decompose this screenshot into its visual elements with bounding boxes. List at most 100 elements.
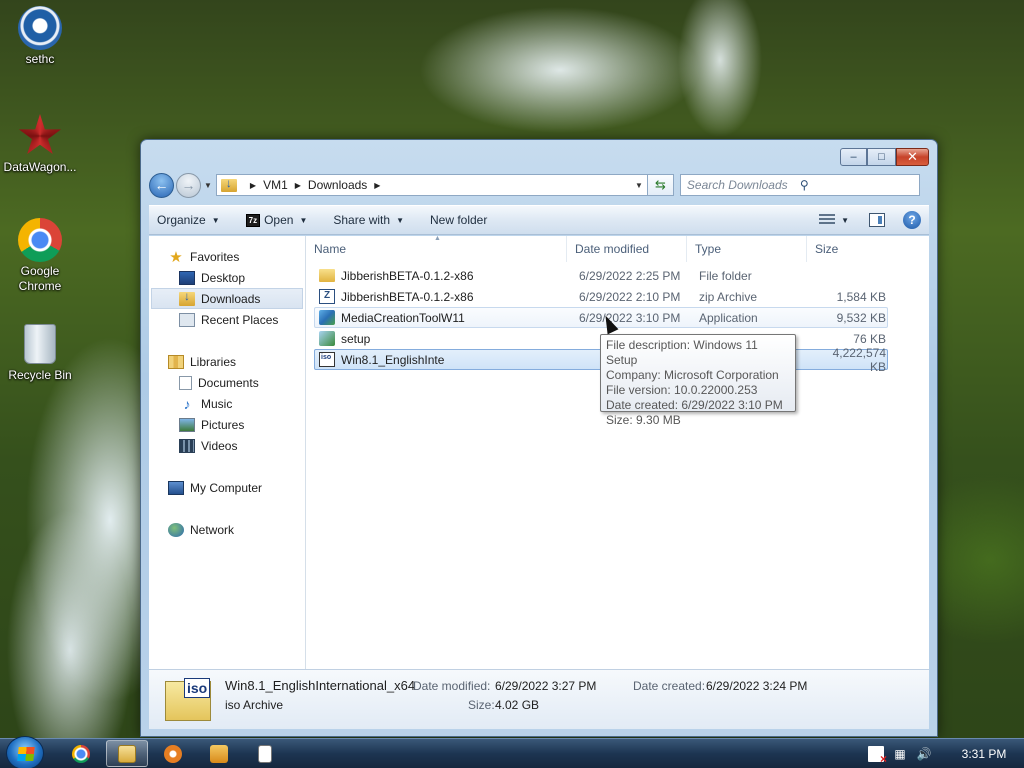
nav-label: Network bbox=[190, 522, 235, 537]
share-with-menu[interactable]: Share with ▼ bbox=[333, 213, 404, 227]
chevron-right-icon[interactable]: ▶ bbox=[295, 181, 301, 190]
nav-label: Pictures bbox=[201, 417, 245, 432]
folder-icon bbox=[319, 269, 335, 282]
desktop-icon bbox=[179, 270, 195, 285]
nav-favorites[interactable]: ★ Favorites bbox=[149, 246, 305, 267]
content-area: ★ Favorites Desktop Downloads Recent Plac… bbox=[149, 235, 929, 669]
desktop-icon-sethc[interactable]: sethc bbox=[0, 6, 80, 66]
file-row[interactable]: JibberishBETA-0.1.2-x86 6/29/2022 2:25 P… bbox=[314, 265, 888, 286]
document-icon bbox=[258, 744, 272, 763]
file-size: 1,584 KB bbox=[836, 289, 886, 304]
tooltip-version: File version: 10.0.22000.253 bbox=[606, 383, 758, 397]
film-strip-icon bbox=[179, 438, 195, 453]
column-label: Name bbox=[314, 242, 347, 256]
column-header-name[interactable]: ▲ Name bbox=[306, 235, 567, 262]
tooltip-description: File description: Windows 11 Setup bbox=[606, 338, 758, 367]
column-headers: ▲ Name Date modified Type Size bbox=[306, 235, 929, 262]
volume-icon[interactable]: 🔊 bbox=[916, 746, 932, 762]
column-header-date-modified[interactable]: Date modified bbox=[567, 236, 687, 262]
nav-my-computer[interactable]: My Computer bbox=[149, 477, 305, 498]
chevron-right-icon[interactable]: ▶ bbox=[374, 181, 380, 190]
downloads-folder-icon bbox=[220, 176, 237, 192]
nav-desktop[interactable]: Desktop bbox=[149, 267, 305, 288]
navigation-pane: ★ Favorites Desktop Downloads Recent Plac… bbox=[149, 236, 306, 669]
nav-label: My Computer bbox=[190, 480, 263, 495]
nav-documents[interactable]: Documents bbox=[149, 372, 305, 393]
chevron-right-icon[interactable]: ▶ bbox=[250, 181, 256, 190]
share-with-label: Share with bbox=[333, 213, 391, 227]
nav-label: Videos bbox=[201, 438, 238, 453]
network-globe-icon bbox=[168, 522, 184, 537]
breadcrumb-vm1[interactable]: VM1 bbox=[263, 178, 288, 192]
back-button[interactable]: ← bbox=[149, 172, 174, 198]
app-icon bbox=[319, 310, 335, 325]
pictures-icon bbox=[179, 417, 195, 432]
nav-pictures[interactable]: Pictures bbox=[149, 414, 305, 435]
explorer-window: – □ ✕ ← → ▼ ▶ VM1 ▶ Downloads ▶ ▼ ⇆ Sear… bbox=[140, 139, 938, 737]
details-filetype: iso Archive bbox=[225, 698, 284, 712]
address-dropdown[interactable]: ▼ bbox=[635, 181, 643, 190]
search-icon[interactable]: ⚲ bbox=[800, 178, 913, 192]
navigation-bar: ← → ▼ ▶ VM1 ▶ Downloads ▶ ▼ ⇆ Search Dow… bbox=[149, 172, 929, 198]
music-note-icon: ♪ bbox=[183, 395, 191, 412]
details-date-created: 6/29/2022 3:24 PM bbox=[706, 679, 808, 693]
file-type: Application bbox=[699, 310, 758, 325]
file-date: 6/29/2022 2:10 PM bbox=[579, 289, 681, 304]
downloads-folder-icon bbox=[179, 289, 195, 306]
clock[interactable]: 3:31 PM bbox=[954, 747, 1014, 761]
recent-places-icon bbox=[179, 312, 195, 327]
minimize-button[interactable]: – bbox=[840, 148, 867, 166]
folder-icon bbox=[118, 744, 136, 763]
chevron-down-icon[interactable]: ▼ bbox=[841, 216, 849, 225]
file-list-pane: ▲ Name Date modified Type Size JibberishB… bbox=[306, 235, 929, 669]
breadcrumb-downloads[interactable]: Downloads bbox=[308, 178, 367, 192]
file-name: JibberishBETA-0.1.2-x86 bbox=[341, 268, 474, 283]
start-button[interactable] bbox=[6, 736, 44, 768]
close-button[interactable]: ✕ bbox=[896, 148, 929, 166]
nav-videos[interactable]: Videos bbox=[149, 435, 305, 456]
network-icon[interactable]: ▦ bbox=[892, 746, 908, 762]
recent-pages-dropdown[interactable]: ▼ bbox=[204, 181, 212, 190]
preview-pane-icon[interactable] bbox=[869, 213, 885, 227]
nav-libraries[interactable]: Libraries bbox=[149, 351, 305, 372]
address-bar[interactable]: ▶ VM1 ▶ Downloads ▶ ▼ bbox=[215, 174, 648, 196]
taskbar: ▦ 🔊 3:31 PM bbox=[0, 736, 1024, 768]
sort-up-icon: ▲ bbox=[434, 235, 441, 242]
nav-network[interactable]: Network bbox=[149, 519, 305, 540]
column-header-type[interactable]: Type bbox=[687, 236, 807, 262]
media-center-icon bbox=[164, 744, 182, 763]
file-size: 9,532 KB bbox=[836, 310, 886, 325]
action-center-flag-icon[interactable] bbox=[868, 746, 887, 766]
search-placeholder: Search Downloads bbox=[686, 178, 788, 192]
column-header-size[interactable]: Size bbox=[807, 236, 887, 262]
arrow-left-icon: ← bbox=[154, 177, 169, 193]
desktop-icon-recycle-bin[interactable]: Recycle Bin bbox=[0, 322, 80, 382]
desktop-icon-datawagon[interactable]: DataWagon... bbox=[0, 114, 80, 174]
details-filename: Win8.1_EnglishInternational_x64 bbox=[225, 678, 416, 693]
taskbar-notepad[interactable] bbox=[244, 740, 286, 767]
view-options-icon[interactable] bbox=[819, 214, 836, 226]
7zip-icon: 7z bbox=[245, 213, 261, 227]
chevron-down-icon[interactable]: ▼ bbox=[299, 216, 307, 225]
search-input[interactable]: Search Downloads ⚲ bbox=[679, 174, 920, 196]
organize-menu[interactable]: Organize ▼ bbox=[157, 213, 220, 227]
file-row[interactable]: JibberishBETA-0.1.2-x86 6/29/2022 2:10 P… bbox=[314, 286, 888, 307]
nav-label: Favorites bbox=[190, 249, 240, 264]
new-folder-button[interactable]: New folder bbox=[430, 213, 487, 227]
taskbar-media-player[interactable] bbox=[198, 740, 240, 767]
desktop-icon-chrome[interactable]: Google Chrome bbox=[0, 218, 80, 294]
forward-button[interactable]: → bbox=[176, 172, 201, 198]
details-size-label: Size: bbox=[468, 698, 495, 712]
nav-recent-places[interactable]: Recent Places bbox=[149, 309, 305, 330]
nav-music[interactable]: ♪ Music bbox=[149, 393, 305, 414]
taskbar-explorer[interactable] bbox=[106, 740, 148, 767]
open-button[interactable]: 7z Open ▼ bbox=[245, 213, 307, 227]
help-button[interactable]: ? bbox=[903, 211, 921, 229]
refresh-button[interactable]: ⇆ bbox=[647, 174, 674, 196]
zip-icon bbox=[319, 289, 335, 304]
taskbar-chrome[interactable] bbox=[60, 740, 102, 767]
maximize-button[interactable]: □ bbox=[867, 148, 896, 166]
taskbar-media-center[interactable] bbox=[152, 740, 194, 767]
nav-downloads[interactable]: Downloads bbox=[151, 288, 303, 309]
documents-icon bbox=[179, 375, 192, 390]
